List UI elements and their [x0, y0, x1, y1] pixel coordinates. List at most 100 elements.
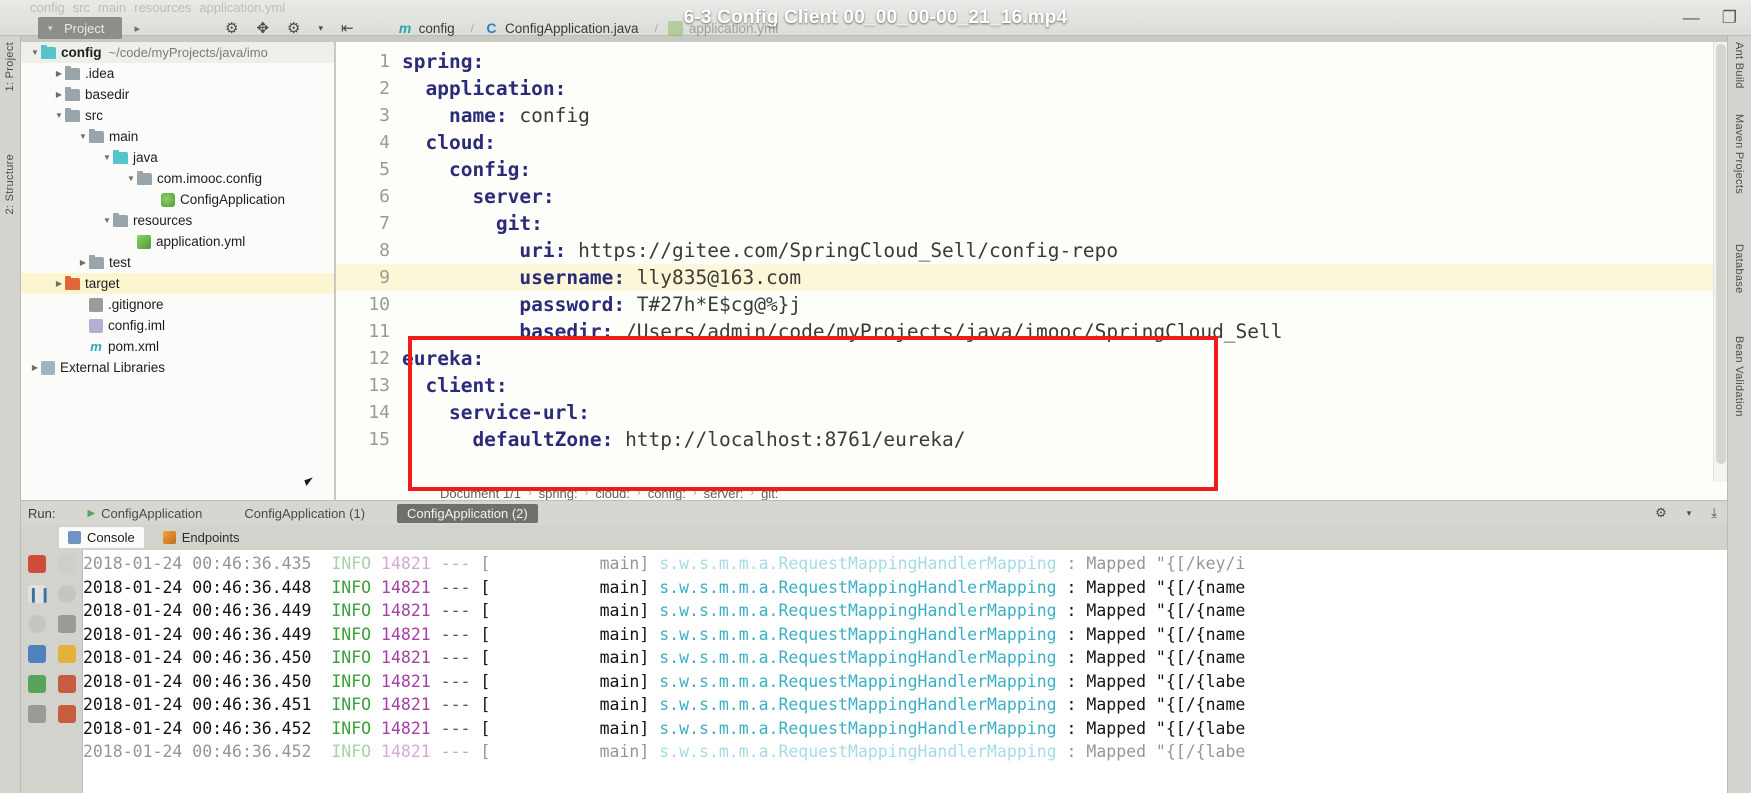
run-tab-configapplication-1[interactable]: ConfigApplication (1) [234, 504, 375, 523]
code-line[interactable]: uri: https://gitee.com/SpringCloud_Sell/… [402, 237, 1727, 264]
code-line[interactable]: name: config [402, 102, 1727, 129]
scroll-to-end-button[interactable] [27, 675, 46, 693]
tree-item-main[interactable]: main [21, 126, 334, 147]
settings-icon[interactable]: ⚙ [287, 21, 300, 36]
code-editor[interactable]: 1 2 3 4 5 6 7 8 9 10 11 12 13 14 15 spring: applicatio… [336, 42, 1727, 500]
log-thread: [ main] [480, 648, 650, 667]
editor-tab-configapplication[interactable]: C ConfigApplication.java [480, 19, 649, 38]
breadcrumb-item-git[interactable]: git: [761, 486, 778, 501]
tab-console[interactable]: Console [59, 527, 144, 548]
tree-item-external-libraries[interactable]: External Libraries [21, 357, 334, 378]
expand-toggle-icon[interactable] [53, 279, 65, 288]
tree-item-configapplication[interactable]: ConfigApplication [21, 189, 334, 210]
scrollbar-thumb[interactable] [1716, 44, 1726, 464]
hide-icon[interactable]: ⤓ [1711, 505, 1717, 521]
tool-window-ant-build[interactable]: Ant Build [1733, 42, 1745, 89]
breadcrumb-item-config[interactable]: config: [648, 486, 686, 501]
print-button[interactable] [27, 645, 46, 663]
log-message: : Mapped "{[/{labe [1066, 742, 1246, 761]
run-tab-configapplication-2[interactable]: ConfigApplication (2) [397, 503, 538, 523]
clear-all-button[interactable] [57, 675, 76, 693]
editor-tab-application-yml[interactable]: application.yml [664, 19, 788, 38]
breadcrumb-item-spring[interactable]: spring: [539, 486, 578, 501]
code-line[interactable]: defaultZone: http://localhost:8761/eurek… [402, 426, 1727, 453]
tree-item-idea[interactable]: .idea [21, 63, 334, 84]
grid-button[interactable] [27, 705, 46, 723]
tree-item-application-yml[interactable]: application.yml [21, 231, 334, 252]
settings-dropdown-icon[interactable]: ▾ [318, 23, 323, 33]
sync-icon[interactable]: ⚙ [225, 21, 238, 36]
collapse-all-icon[interactable]: ⇤ [341, 21, 354, 36]
tree-item-gitignore[interactable]: .gitignore [21, 294, 334, 315]
expand-toggle-icon[interactable] [125, 174, 137, 183]
expand-toggle-icon[interactable] [77, 132, 89, 141]
target-icon[interactable]: ✥ [256, 21, 269, 36]
code-line[interactable]: git: [402, 210, 1727, 237]
expand-toggle-icon[interactable] [101, 153, 113, 162]
expand-toggle-icon[interactable] [101, 216, 113, 225]
expand-toggle-icon[interactable] [29, 48, 41, 57]
tree-item-target[interactable]: target [21, 273, 334, 294]
tree-item-label: application.yml [156, 234, 246, 249]
log-logger-class: s.w.s.m.m.a.RequestMappingHandlerMapping [659, 671, 1057, 691]
scroll-end-button[interactable] [57, 615, 76, 633]
code-line[interactable]: username: lly835@163.com [402, 264, 1727, 291]
export-button[interactable] [57, 645, 76, 663]
code-line[interactable]: basedir: /Users/admin/code/myProjects/ja… [402, 318, 1727, 345]
tool-window-structure[interactable]: 2: Structure [4, 154, 16, 214]
code-line[interactable]: password: T#27h*E$cg@%}j [402, 291, 1727, 318]
stop-button[interactable] [27, 555, 46, 573]
soft-wrap-button[interactable] [57, 585, 76, 603]
editor-scrollbar[interactable]: ✓ [1713, 42, 1727, 500]
code-line[interactable]: cloud: [402, 129, 1727, 156]
code-line[interactable]: eureka: [402, 345, 1727, 372]
tree-item-com-imooc-config[interactable]: com.imooc.config [21, 168, 334, 189]
line-number: 3 [379, 105, 390, 126]
tree-item-basedir[interactable]: basedir [21, 84, 334, 105]
tree-item-config-iml[interactable]: config.iml [21, 315, 334, 336]
code-line[interactable]: service-url: [402, 399, 1727, 426]
editor-code-area[interactable]: spring: application: name: config cloud:… [402, 42, 1727, 500]
breadcrumb-item-cloud[interactable]: cloud: [595, 486, 630, 501]
tree-item-config[interactable]: config ~/code/myProjects/java/imo [21, 42, 334, 63]
settings-icon[interactable]: ⚙ [1655, 505, 1667, 521]
tool-window-maven-projects[interactable]: Maven Projects [1733, 114, 1745, 194]
editor-tab-config[interactable]: m config [394, 19, 465, 38]
expand-toggle-icon[interactable] [53, 90, 65, 99]
run-tab-configapplication[interactable]: ▶ ConfigApplication [77, 504, 212, 523]
tree-item-pom-xml[interactable]: m pom.xml [21, 336, 334, 357]
console-tab-bar: Console Endpoints [21, 525, 1727, 550]
tool-window-bean-validation[interactable]: Bean Validation [1733, 336, 1745, 417]
expand-toggle-icon[interactable] [29, 363, 41, 372]
iml-file-icon [89, 318, 103, 333]
tab-endpoints[interactable]: Endpoints [154, 527, 249, 548]
code-line[interactable]: spring: [402, 48, 1727, 75]
expand-toggle-icon[interactable] [53, 111, 65, 120]
project-view-chip[interactable]: ▾ Project [38, 17, 123, 39]
console-output-panel[interactable]: ❙❙ 2018-01-24 00:46:36.435 INFO 14821 --… [21, 550, 1727, 793]
project-tree[interactable]: config ~/code/myProjects/java/imo .idea bas… [21, 42, 335, 500]
nav-forward-icon[interactable]: ▸ [134, 22, 140, 35]
filter-button[interactable] [27, 615, 46, 633]
code-line[interactable]: application: [402, 75, 1727, 102]
scroll-up-button[interactable] [57, 555, 76, 573]
tree-item-java[interactable]: java [21, 147, 334, 168]
tool-window-database[interactable]: Database [1733, 244, 1745, 294]
code-line[interactable]: client: [402, 372, 1727, 399]
expand-toggle-icon[interactable] [53, 69, 65, 78]
rerun-button[interactable]: ❙❙ [27, 585, 51, 603]
tree-item-src[interactable]: src [21, 105, 334, 126]
expand-toggle-icon[interactable] [77, 258, 89, 267]
code-line[interactable]: config: [402, 156, 1727, 183]
yaml-key: uri: [402, 239, 567, 262]
tool-window-project[interactable]: 1: Project [4, 42, 16, 91]
settings-dropdown-icon[interactable]: ▾ [1687, 508, 1692, 519]
tree-item-test[interactable]: test [21, 252, 334, 273]
tree-item-resources[interactable]: resources [21, 210, 334, 231]
delete-button[interactable] [57, 705, 76, 723]
line-number: 5 [379, 159, 390, 180]
yaml-key: defaultZone: [402, 428, 614, 451]
code-line[interactable]: server: [402, 183, 1727, 210]
breadcrumb-item-server[interactable]: server: [704, 486, 744, 501]
log-level: INFO [331, 742, 372, 761]
